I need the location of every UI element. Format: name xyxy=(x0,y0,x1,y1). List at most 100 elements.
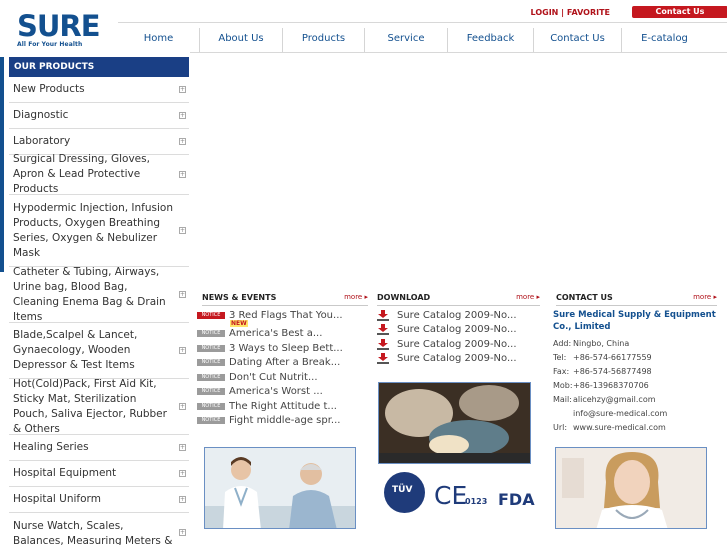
news-title[interactable]: America's Worst ... xyxy=(229,386,323,397)
nav-e-catalog[interactable]: E-catalog xyxy=(622,28,707,52)
mob-row: Mob: +86-13968370706 xyxy=(553,379,723,393)
expand-icon[interactable]: + xyxy=(179,111,186,119)
news-title[interactable]: 3 Ways to Sleep Bett... xyxy=(229,343,343,354)
product-category-list: New Products + Diagnostic + Laboratory + Su… xyxy=(9,77,189,545)
nav-contact-us[interactable]: Contact Us xyxy=(534,28,622,52)
ce-number: 0123 xyxy=(465,497,488,506)
sidebar-item-blade-scalpel[interactable]: Blade,Scalpel & Lancet, Gynaecology, Woo… xyxy=(9,323,189,379)
sidebar-item-diagnostic[interactable]: Diagnostic + xyxy=(9,103,189,129)
sidebar-item-label: Blade,Scalpel & Lancet, Gynaecology, Woo… xyxy=(13,329,138,371)
sidebar-item-healing-series[interactable]: Healing Series + xyxy=(9,435,189,461)
download-item[interactable]: Sure Catalog 2009-No... xyxy=(377,323,542,338)
site-logo[interactable]: SURE All For Your Health xyxy=(17,12,101,49)
expand-icon[interactable]: + xyxy=(179,402,186,410)
url-label: Url: xyxy=(553,423,568,432)
sidebar-item-surgical-dressing[interactable]: Surgical Dressing, Gloves, Apron & Lead … xyxy=(9,153,189,195)
arrow-right-icon: ▸ xyxy=(364,293,368,301)
nurse-illustration xyxy=(556,448,706,528)
fda-mark: FDA xyxy=(498,490,535,509)
download-more-link[interactable]: more ▸ xyxy=(516,293,540,301)
contact-us-button[interactable]: Contact Us xyxy=(632,6,727,18)
fax-label: Fax: xyxy=(553,367,570,376)
expand-icon[interactable]: + xyxy=(179,85,186,93)
mail-value-2[interactable]: info@sure-medical.com xyxy=(573,407,667,421)
mail-value-1[interactable]: alicehzy@gmail.com xyxy=(573,393,656,407)
sidebar-item-hospital-equipment[interactable]: Hospital Equipment + xyxy=(9,461,189,487)
favorite-link[interactable]: FAVORITE xyxy=(567,8,610,17)
news-item[interactable]: NOTICE Don't Cut Nutrit... xyxy=(197,370,372,385)
main-nav: Home About Us Products Service Feedback … xyxy=(118,28,727,52)
sidebar-item-hot-cold-pack[interactable]: Hot(Cold)Pack, First Aid Kit, Sticky Mat… xyxy=(9,378,189,435)
address-label: Add: xyxy=(553,339,572,348)
download-heading-label: DOWNLOAD xyxy=(377,293,431,302)
sidebar-item-label: Nurse Watch, Scales, Balances, Measuring… xyxy=(13,520,173,545)
address-value: Ningbo, China xyxy=(573,339,630,348)
expand-icon[interactable]: + xyxy=(179,443,186,451)
notice-badge: NOTICE xyxy=(197,417,225,425)
expand-icon[interactable]: + xyxy=(179,528,186,536)
mail-row-2: info@sure-medical.com xyxy=(553,407,723,421)
sidebar-item-label: New Products xyxy=(13,83,85,95)
contact-info: Sure Medical Supply & Equipment Co., Lim… xyxy=(553,309,723,435)
expand-icon[interactable]: + xyxy=(179,495,186,503)
mail-label: Mail: xyxy=(553,395,572,404)
expand-icon[interactable]: + xyxy=(179,170,186,178)
contact-more-link[interactable]: more ▸ xyxy=(693,293,717,301)
download-item[interactable]: Sure Catalog 2009-No... xyxy=(377,337,542,352)
sidebar-item-hospital-uniform[interactable]: Hospital Uniform + xyxy=(9,487,189,513)
nav-divider-top xyxy=(118,22,727,23)
sidebar-item-label: Diagnostic xyxy=(13,109,69,121)
news-title[interactable]: Dating After a Break... xyxy=(229,357,340,368)
doctor-patient-photo xyxy=(204,447,356,529)
download-item[interactable]: Sure Catalog 2009-No... xyxy=(377,352,542,367)
surgery-illustration xyxy=(379,383,530,463)
news-title[interactable]: Don't Cut Nutrit... xyxy=(229,372,318,383)
sidebar-item-hypodermic-injection[interactable]: Hypodermic Injection, Infusion Products,… xyxy=(9,195,189,267)
nav-home[interactable]: Home xyxy=(118,28,200,52)
news-item[interactable]: NOTICE 3 Ways to Sleep Bett... xyxy=(197,341,372,356)
news-heading-label: NEWS & EVENTS xyxy=(202,293,277,302)
download-title[interactable]: Sure Catalog 2009-No... xyxy=(397,353,517,364)
sidebar-item-nurse-watch[interactable]: Nurse Watch, Scales, Balances, Measuring… xyxy=(9,513,189,545)
login-link[interactable]: LOGIN xyxy=(531,8,559,17)
download-icon xyxy=(377,338,389,350)
top-links-separator: | xyxy=(561,8,565,17)
news-item[interactable]: NOTICE America's Best a... xyxy=(197,327,372,342)
download-title[interactable]: Sure Catalog 2009-No... xyxy=(397,310,517,321)
download-icon xyxy=(377,309,389,321)
news-item[interactable]: NOTICE The Right Attitude t... xyxy=(197,399,372,414)
expand-icon[interactable]: + xyxy=(179,226,186,234)
company-name: Sure Medical Supply & Equipment Co., Lim… xyxy=(553,310,716,332)
tuv-logo-text: TÜV xyxy=(392,485,413,495)
notice-badge: NOTICE xyxy=(197,359,225,367)
news-title[interactable]: Fight middle-age spr... xyxy=(229,415,340,426)
notice-badge: NOTICE xyxy=(197,311,225,319)
url-value[interactable]: www.sure-medical.com xyxy=(573,421,666,435)
arrow-right-icon: ▸ xyxy=(536,293,540,301)
nav-products[interactable]: Products xyxy=(283,28,365,52)
doctor-patient-illustration xyxy=(205,448,355,528)
news-item[interactable]: NOTICE Dating After a Break... xyxy=(197,356,372,371)
nav-feedback[interactable]: Feedback xyxy=(448,28,534,52)
news-title[interactable]: The Right Attitude t... xyxy=(229,401,337,412)
sidebar-item-catheter-tubing[interactable]: Catheter & Tubing, Airways, Urine bag, B… xyxy=(9,266,189,323)
nav-about-us[interactable]: About Us xyxy=(200,28,283,52)
news-title[interactable]: America's Best a... xyxy=(229,328,322,339)
news-item[interactable]: NOTICE Fight middle-age spr... xyxy=(197,414,372,429)
nav-service[interactable]: Service xyxy=(365,28,448,52)
tel-row: Tel: +86-574-66177559 xyxy=(553,351,723,365)
download-icon xyxy=(377,353,389,365)
expand-icon[interactable]: + xyxy=(179,469,186,477)
download-title[interactable]: Sure Catalog 2009-No... xyxy=(397,324,517,335)
download-item[interactable]: Sure Catalog 2009-No... xyxy=(377,308,542,323)
news-events-heading: NEWS & EVENTS more ▸ xyxy=(202,293,368,306)
expand-icon[interactable]: + xyxy=(179,290,186,298)
download-list: Sure Catalog 2009-No... Sure Catalog 200… xyxy=(377,308,542,366)
expand-icon[interactable]: + xyxy=(179,137,186,145)
download-title[interactable]: Sure Catalog 2009-No... xyxy=(397,339,517,350)
news-item[interactable]: NOTICE America's Worst ... xyxy=(197,385,372,400)
expand-icon[interactable]: + xyxy=(179,346,186,354)
sidebar-item-new-products[interactable]: New Products + xyxy=(9,77,189,103)
news-item[interactable]: NOTICE 3 Red Flags That You... NEW xyxy=(197,308,372,327)
news-more-link[interactable]: more ▸ xyxy=(344,293,368,301)
